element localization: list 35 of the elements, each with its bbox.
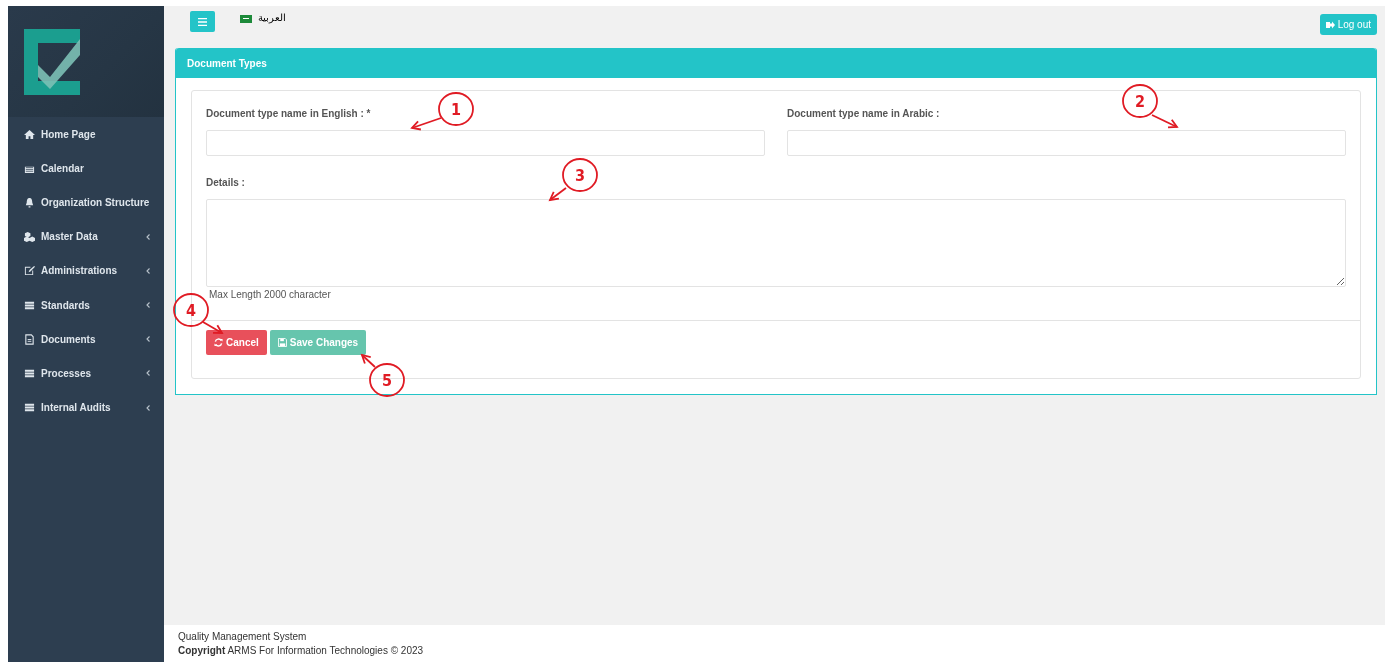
language-link[interactable]: العربية	[258, 12, 286, 23]
input-field[interactable]	[206, 130, 765, 156]
field-label: Details :	[206, 177, 245, 188]
home-icon	[24, 128, 35, 140]
refresh-icon	[214, 338, 223, 347]
list-icon	[24, 402, 35, 414]
menu-icon	[198, 17, 207, 26]
copyright-text: Copyright ARMS For Information Technologies © 2023	[178, 645, 425, 656]
sidebar-item[interactable]: Documents	[8, 322, 164, 357]
cancel-button[interactable]: Cancel	[206, 330, 267, 355]
field-label: Document type name in English : *	[206, 108, 371, 119]
sidebar-item[interactable]: Standards	[8, 287, 164, 323]
list-icon	[24, 367, 35, 379]
sidebar-item[interactable]: Master Data	[8, 219, 164, 254]
sidebar-item[interactable]: Processes	[8, 356, 164, 391]
sidebar-item[interactable]: Organization Structure	[8, 185, 164, 220]
details-field[interactable]	[206, 199, 1346, 287]
flag-icon	[240, 15, 252, 23]
hint-text: Max Length 2000 character	[209, 289, 331, 300]
logout-icon	[1325, 20, 1335, 29]
panel-title: Document Types	[187, 57, 267, 69]
cubes-icon	[24, 231, 35, 243]
floppy-icon	[277, 338, 287, 347]
footer-text: Quality Management System	[178, 631, 308, 642]
sidebar-item[interactable]: Administrations	[8, 253, 164, 288]
edit-icon	[24, 265, 35, 277]
file-icon	[24, 333, 35, 345]
bell-icon	[24, 196, 35, 208]
sidebar-item[interactable]: Internal Audits	[8, 390, 164, 425]
menu-button[interactable]	[190, 11, 215, 32]
list-icon	[24, 299, 35, 311]
sidebar-item[interactable]: Calendar	[8, 151, 164, 186]
field-label: Document type name in Arabic :	[787, 108, 940, 119]
input-field[interactable]	[787, 130, 1346, 156]
sidebar-item[interactable]: Home Page	[8, 117, 164, 152]
